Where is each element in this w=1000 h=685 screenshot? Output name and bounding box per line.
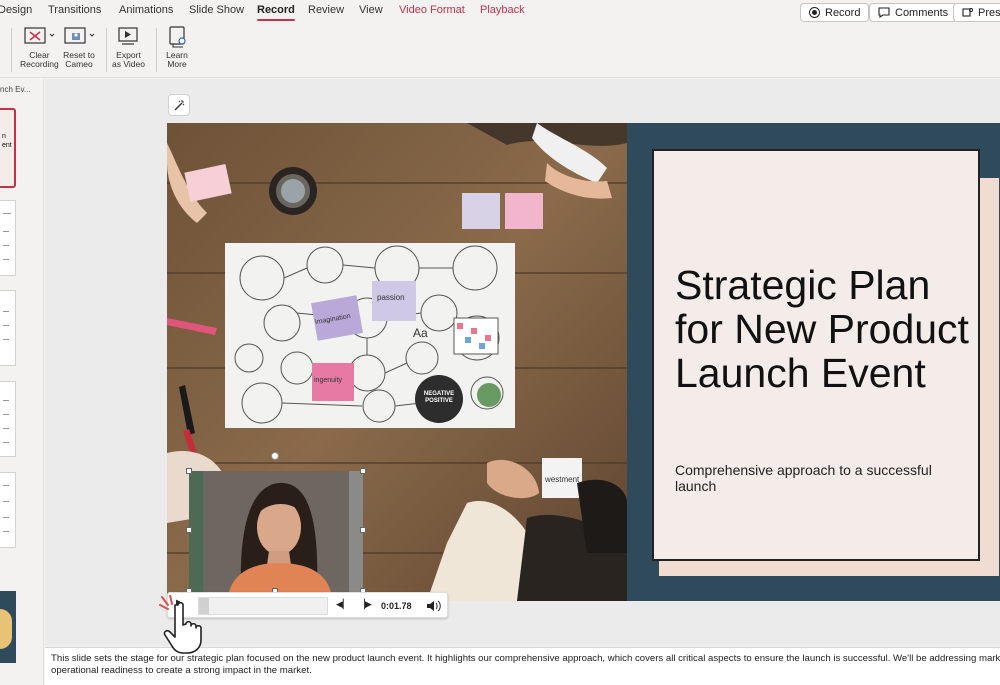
- tab-view[interactable]: View: [359, 4, 383, 16]
- tab-record[interactable]: Record: [257, 4, 295, 21]
- slide-thumbnail-3[interactable]: [0, 290, 16, 366]
- ribbon-separator: [156, 28, 157, 72]
- designer-button[interactable]: [168, 94, 190, 116]
- hand-cursor-icon: [159, 595, 202, 654]
- thumb-line: [3, 245, 9, 246]
- thumb-line: [3, 442, 9, 443]
- note-aa: Aa: [413, 326, 428, 340]
- tab-review[interactable]: Review: [308, 4, 344, 16]
- comment-icon: [878, 7, 890, 18]
- thumb-line: [3, 517, 9, 518]
- thumb-line: [3, 213, 11, 214]
- tab-playback[interactable]: Playback: [480, 4, 525, 16]
- presenter-video: [189, 471, 363, 592]
- rotate-handle[interactable]: [271, 452, 279, 460]
- thumb-line: [3, 531, 9, 532]
- reset-cameo-icon: [64, 27, 95, 44]
- slide-thumbnail-5[interactable]: [0, 472, 16, 548]
- slide-subtitle[interactable]: Comprehensive approach to a successful l…: [675, 462, 975, 494]
- record-icon: [809, 7, 820, 18]
- magic-wand-icon: [174, 99, 184, 110]
- learn-more-label: Learn More: [166, 50, 188, 69]
- export-video-icon: [118, 27, 139, 45]
- thumb-line: [3, 485, 9, 486]
- slide-thumbnail-pane: nch Ev... n ent: [0, 79, 44, 685]
- clear-recording-label: Clear Recording: [20, 50, 59, 69]
- resize-handle-nw[interactable]: [186, 468, 192, 474]
- resize-handle-ne[interactable]: [360, 468, 366, 474]
- thumb-line: [3, 325, 9, 326]
- note-investment: westment: [545, 475, 580, 484]
- note-passion: passion: [377, 293, 405, 302]
- clear-recording-icon: [24, 27, 55, 44]
- thumb-line: [3, 428, 9, 429]
- clear-recording-button[interactable]: Clear Recording: [20, 26, 59, 69]
- present-button-label: Prese: [978, 6, 1000, 19]
- slide-thumbnail-4[interactable]: [0, 381, 16, 457]
- slide-thumbnail-1[interactable]: n ent: [0, 108, 16, 188]
- export-as-video-label: Export as Video: [112, 50, 145, 69]
- record-button[interactable]: Record: [800, 3, 870, 22]
- tab-transitions[interactable]: Transitions: [48, 4, 101, 16]
- seek-bar[interactable]: [198, 597, 328, 615]
- ribbon-tabs: Design Transitions Animations Slide Show…: [0, 0, 1000, 22]
- present-button[interactable]: Prese: [953, 3, 1000, 22]
- step-forward-icon[interactable]: ▕▶: [358, 599, 372, 610]
- comments-button-label: Comments: [895, 6, 949, 19]
- slide-thumbnail-2[interactable]: [0, 200, 16, 276]
- slide-title[interactable]: Strategic Plan for New Product Launch Ev…: [675, 263, 975, 395]
- thumb-line: [3, 400, 9, 401]
- resize-handle-e[interactable]: [360, 527, 366, 533]
- notes-text: This slide sets the stage for our strate…: [51, 653, 1000, 676]
- ribbon: Clear Recording Reset to Cameo Export as…: [0, 22, 1000, 78]
- reset-to-cameo-label: Reset to Cameo: [63, 50, 95, 69]
- cameo-video[interactable]: [189, 471, 363, 592]
- tab-animations[interactable]: Animations: [119, 4, 173, 16]
- export-as-video-button[interactable]: Export as Video: [112, 26, 145, 69]
- thumb-line: [3, 231, 9, 232]
- thumb-shape: [0, 609, 12, 649]
- playback-time: 0:01.78: [381, 601, 412, 611]
- thumb-line: [3, 311, 9, 312]
- thumb-line: [3, 259, 9, 260]
- step-back-icon[interactable]: ◀▏: [336, 599, 350, 610]
- title-card[interactable]: Strategic Plan for New Product Launch Ev…: [652, 149, 980, 561]
- volume-icon[interactable]: [426, 600, 442, 612]
- ribbon-separator: [106, 28, 107, 72]
- note-ingenuity: ingenuity: [314, 377, 343, 384]
- thumb-line: [3, 414, 9, 415]
- tab-slide-show[interactable]: Slide Show: [189, 4, 244, 16]
- thumb-line: [3, 339, 9, 340]
- thumb-line: [3, 501, 9, 502]
- note-negative-positive: NEGATIVE POSITIVE: [423, 391, 455, 404]
- section-label[interactable]: nch Ev...: [0, 85, 31, 94]
- tab-design[interactable]: Design: [0, 4, 32, 16]
- comments-button[interactable]: Comments: [869, 3, 958, 22]
- ribbon-separator: [11, 28, 12, 72]
- tab-video-format[interactable]: Video Format: [399, 4, 465, 16]
- reset-to-cameo-button[interactable]: Reset to Cameo: [62, 26, 96, 69]
- slide-thumbnail-6[interactable]: [0, 591, 16, 663]
- learn-more-button[interactable]: Learn More: [163, 26, 191, 69]
- learn-more-icon: [169, 26, 186, 48]
- thumbnail-text: n ent: [2, 133, 12, 149]
- teams-icon: [962, 8, 973, 17]
- resize-handle-w[interactable]: [186, 527, 192, 533]
- record-button-label: Record: [825, 6, 861, 19]
